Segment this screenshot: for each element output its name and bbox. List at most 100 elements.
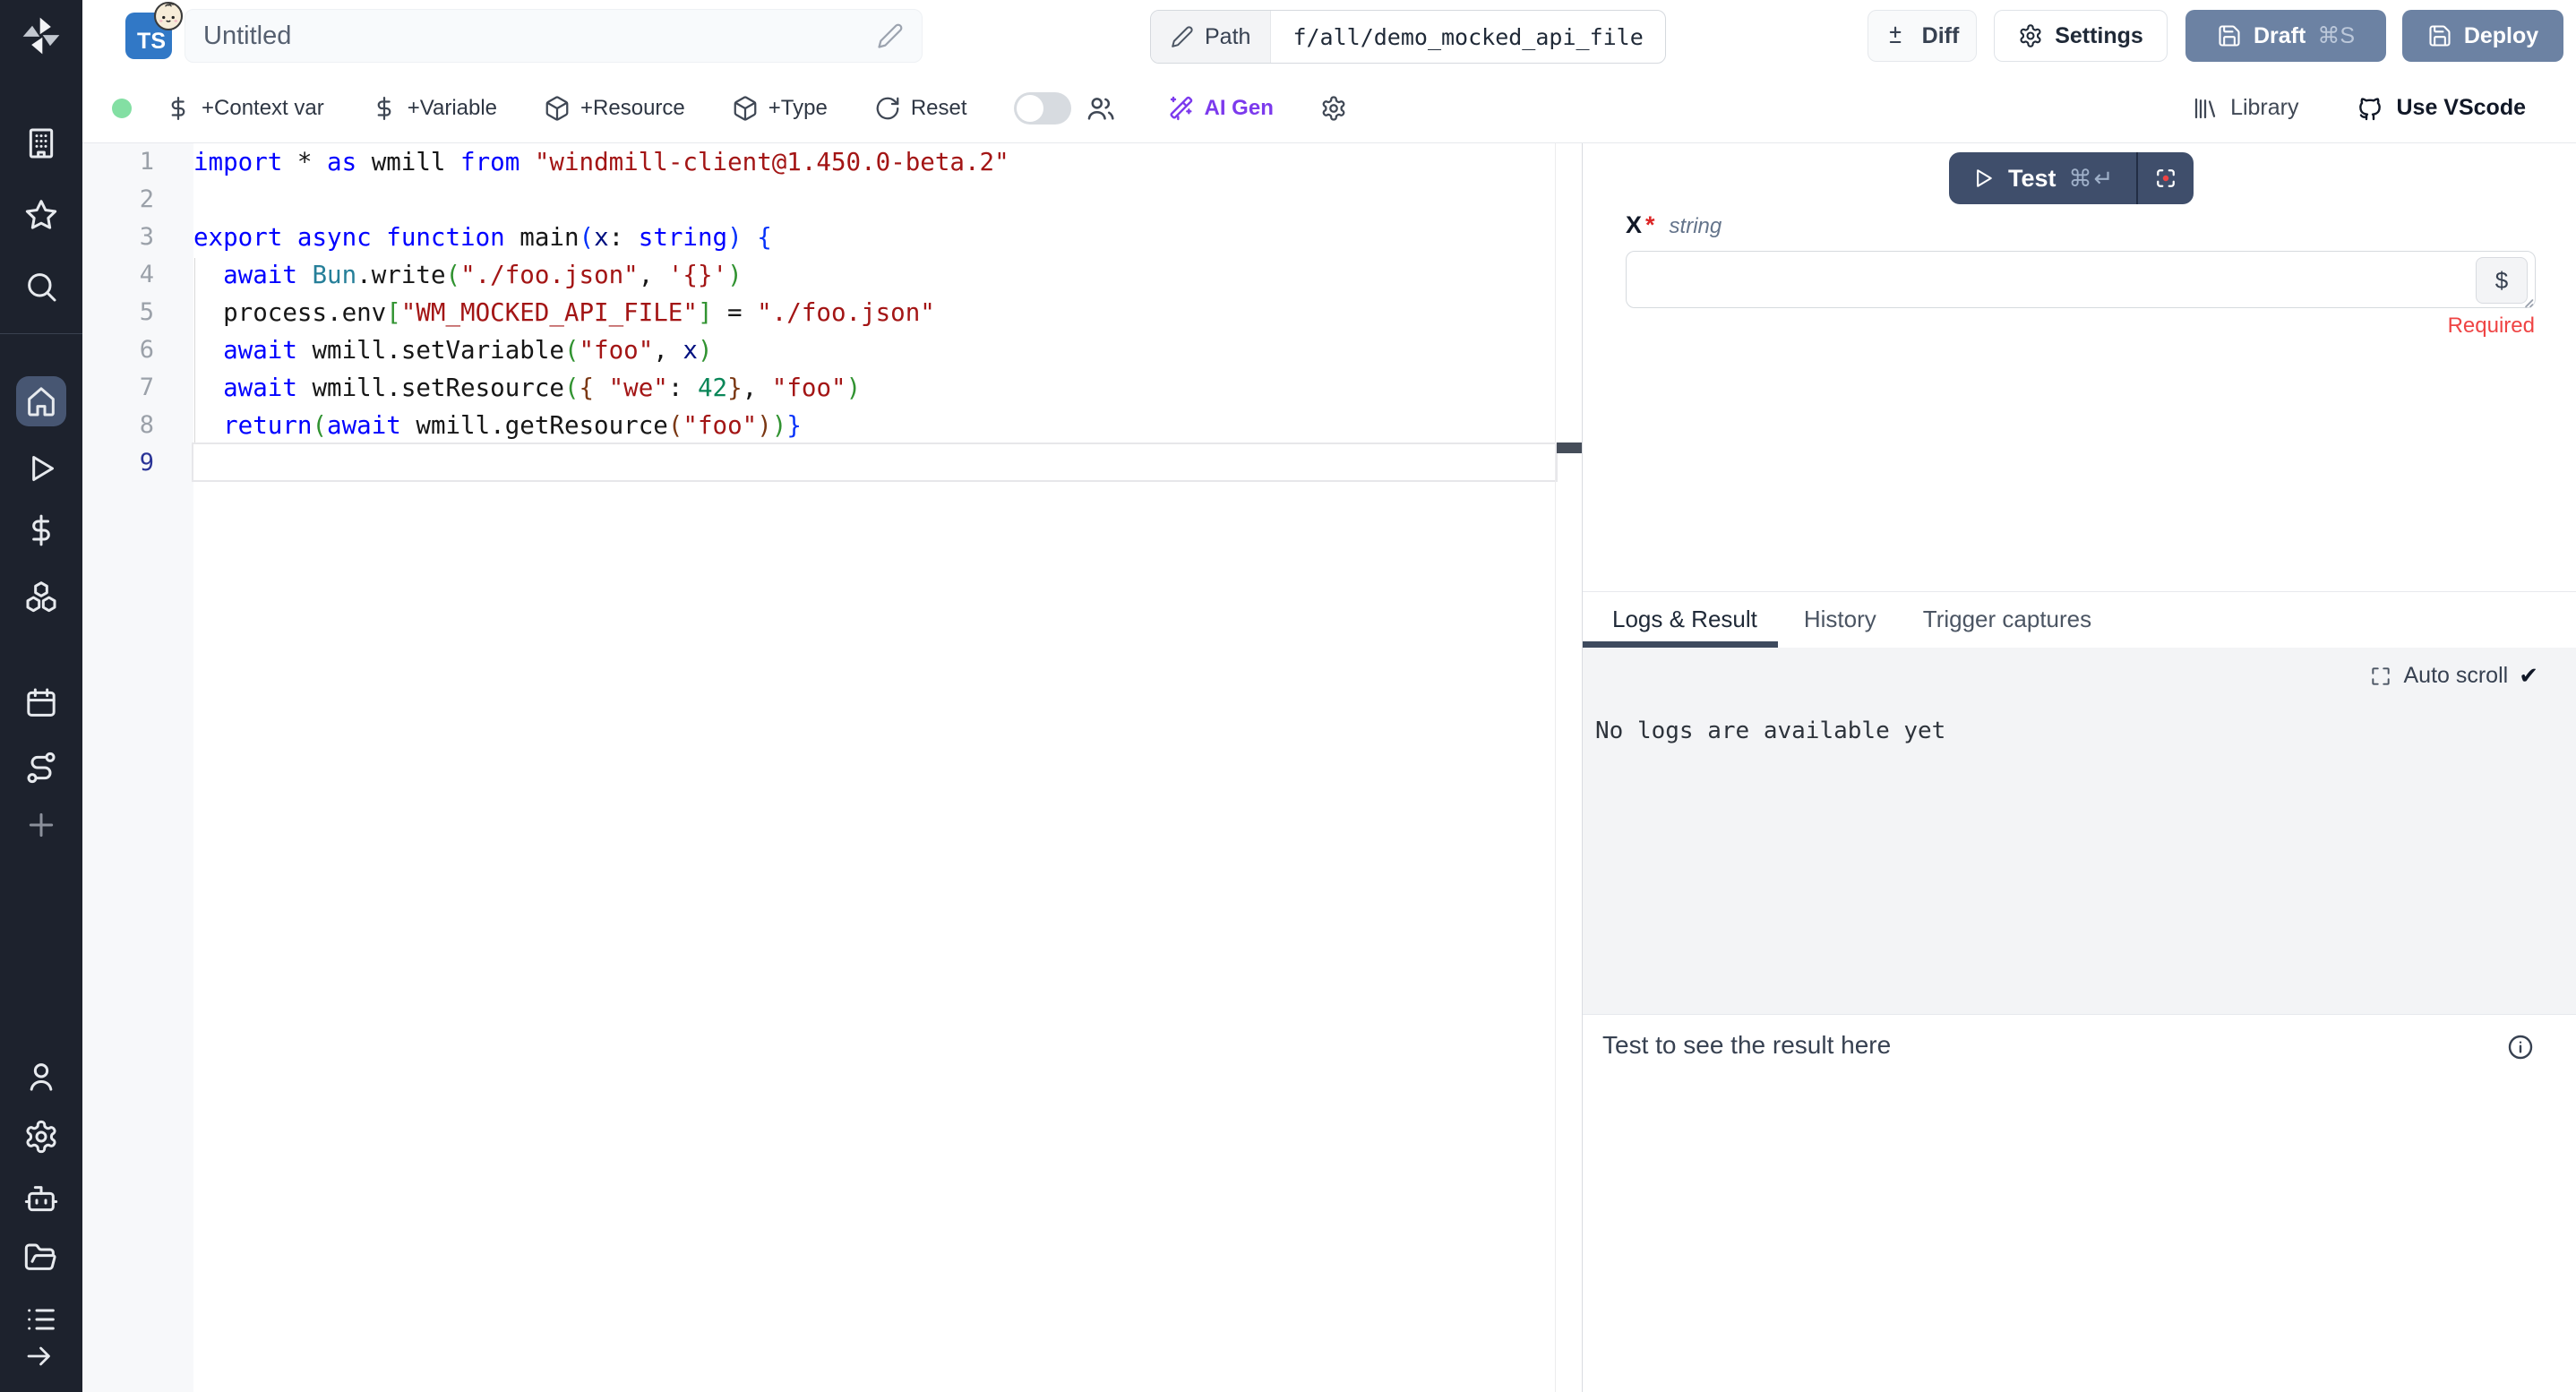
package-icon [544, 95, 571, 122]
right-panel: Test ⌘↵ X * string $ Required Logs & Res… [1583, 143, 2576, 1392]
expand-icon [2369, 665, 2392, 688]
logs-area: Auto scroll ✔ No logs are available yet [1583, 648, 2576, 1014]
tab-history[interactable]: History [1804, 606, 1876, 633]
assistant-robot-icon[interactable] [23, 1181, 59, 1217]
play-icon [1971, 166, 1996, 191]
result-placeholder: Test to see the result here [1602, 1031, 1891, 1060]
check-icon: ✔ [2519, 662, 2538, 690]
package-icon [732, 95, 759, 122]
path-value[interactable]: f/all/demo_mocked_api_file [1271, 11, 1664, 63]
editor-scrollbar[interactable] [1555, 143, 1582, 1392]
favorites-star-icon[interactable] [23, 197, 59, 233]
arg-x-input[interactable]: $ [1626, 251, 2536, 308]
logs-empty-message: No logs are available yet [1595, 717, 1945, 744]
draft-shortcut: ⌘S [2317, 22, 2355, 49]
reset-button[interactable]: Reset [874, 95, 967, 122]
bun-runtime-icon [152, 0, 185, 32]
tab-trigger-captures[interactable]: Trigger captures [1923, 606, 2091, 633]
info-icon[interactable] [2506, 1033, 2535, 1061]
code-line: await Bun.write("./foo.json", '{}') [193, 256, 1556, 294]
code-line [193, 444, 1556, 482]
line-number: 6 [82, 331, 193, 369]
settings-button[interactable]: Settings [1994, 10, 2168, 62]
sidebar-divider [0, 333, 82, 334]
add-context-var-button[interactable]: +Context var [165, 95, 324, 122]
variables-dollar-icon[interactable] [23, 512, 59, 548]
panel-tabs: Logs & Result History Trigger captures [1583, 591, 2576, 647]
windmill-script-editor: TS Untitled Path f/all/demo_mocked_api_f… [0, 0, 2576, 1392]
arg-type: string [1670, 214, 1722, 239]
action-toolbar: +Context var +Variable +Resource +Type R… [82, 73, 2576, 143]
capture-test-button[interactable] [2138, 152, 2194, 204]
edit-title-pencil-icon[interactable] [877, 22, 904, 49]
editor-gutter: 123456789 [82, 143, 193, 1392]
line-number: 4 [82, 256, 193, 294]
pencil-icon [1171, 25, 1194, 48]
editor-settings-gear-icon[interactable] [1320, 95, 1347, 122]
dollar-icon [165, 95, 192, 122]
line-number: 3 [82, 219, 193, 256]
code-line: process.env["WM_MOCKED_API_FILE"] = "./f… [193, 294, 1556, 331]
path-label: Path [1205, 24, 1250, 50]
code-line [193, 181, 1556, 219]
cursor-position-marker [1557, 443, 1582, 453]
test-button-group: Test ⌘↵ [1949, 152, 2194, 204]
code-editor[interactable]: 123456789 import * as wmill from "windmi… [82, 143, 1582, 1392]
add-type-button[interactable]: +Type [732, 95, 828, 122]
arg-name: X [1626, 211, 1642, 239]
save-icon [2217, 23, 2242, 48]
multiplayer-toggle[interactable] [1014, 92, 1071, 125]
draft-button[interactable]: Draft ⌘S [2185, 10, 2386, 62]
user-icon[interactable] [23, 1059, 59, 1095]
code-line: await wmill.setResource({ "we": 42}, "fo… [193, 369, 1556, 407]
top-header: TS Untitled Path f/all/demo_mocked_api_f… [82, 0, 2576, 73]
line-number: 8 [82, 407, 193, 444]
library-button[interactable]: Library [2192, 95, 2298, 122]
edit-path-button[interactable]: Path [1151, 11, 1271, 63]
required-asterisk: * [1645, 211, 1655, 239]
code-line: export async function main(x: string) { [193, 219, 1556, 256]
capture-icon [2152, 165, 2179, 192]
apps-list-icon[interactable] [23, 1302, 59, 1337]
windmill-logo-icon[interactable] [18, 13, 64, 59]
reset-rotate-icon [874, 95, 901, 122]
code-line: import * as wmill from "windmill-client@… [193, 143, 1556, 181]
code-line: return(await wmill.getResource("foo"))} [193, 407, 1556, 444]
home-icon [23, 383, 59, 419]
result-area: Test to see the result here [1583, 1014, 2576, 1392]
search-icon[interactable] [23, 269, 59, 305]
users-icon [1086, 93, 1116, 124]
line-number: 1 [82, 143, 193, 181]
deploy-button[interactable]: Deploy [2402, 10, 2563, 62]
auto-scroll-control[interactable]: Auto scroll ✔ [2369, 662, 2538, 690]
schedules-calendar-icon[interactable] [23, 685, 59, 721]
add-resource-button[interactable]: +Resource [544, 95, 685, 122]
test-shortcut: ⌘↵ [2069, 165, 2116, 193]
path-field: Path f/all/demo_mocked_api_file [1150, 10, 1666, 64]
argument-label-row: X * string [1626, 211, 1722, 239]
expand-sidebar-arrow-icon[interactable] [23, 1340, 56, 1372]
sidebar-item-home[interactable] [16, 376, 66, 426]
settings-gear-icon[interactable] [23, 1119, 59, 1155]
line-number: 2 [82, 181, 193, 219]
dollar-icon [371, 95, 398, 122]
sidebar [0, 0, 82, 1392]
tab-logs-result[interactable]: Logs & Result [1612, 606, 1757, 633]
add-plus-icon[interactable] [23, 807, 59, 843]
resources-boxes-icon[interactable] [23, 579, 59, 614]
add-variable-button[interactable]: +Variable [371, 95, 497, 122]
script-title-input[interactable]: Untitled [185, 9, 923, 63]
folders-icon[interactable] [23, 1241, 59, 1276]
ai-gen-button[interactable]: AI Gen [1166, 94, 1274, 123]
use-vscode-button[interactable]: Use VScode [2356, 94, 2526, 123]
active-tab-underline [1583, 641, 1778, 648]
diff-button[interactable]: Diff [1868, 10, 1977, 62]
workspace-icon[interactable] [23, 125, 59, 161]
library-icon [2192, 95, 2219, 122]
gear-icon [2018, 23, 2043, 48]
resize-handle-icon[interactable] [2517, 291, 2537, 311]
test-button[interactable]: Test ⌘↵ [1949, 152, 2136, 204]
routes-icon[interactable] [23, 750, 59, 786]
runs-play-icon[interactable] [23, 451, 59, 486]
code-line: await wmill.setVariable("foo", x) [193, 331, 1556, 369]
